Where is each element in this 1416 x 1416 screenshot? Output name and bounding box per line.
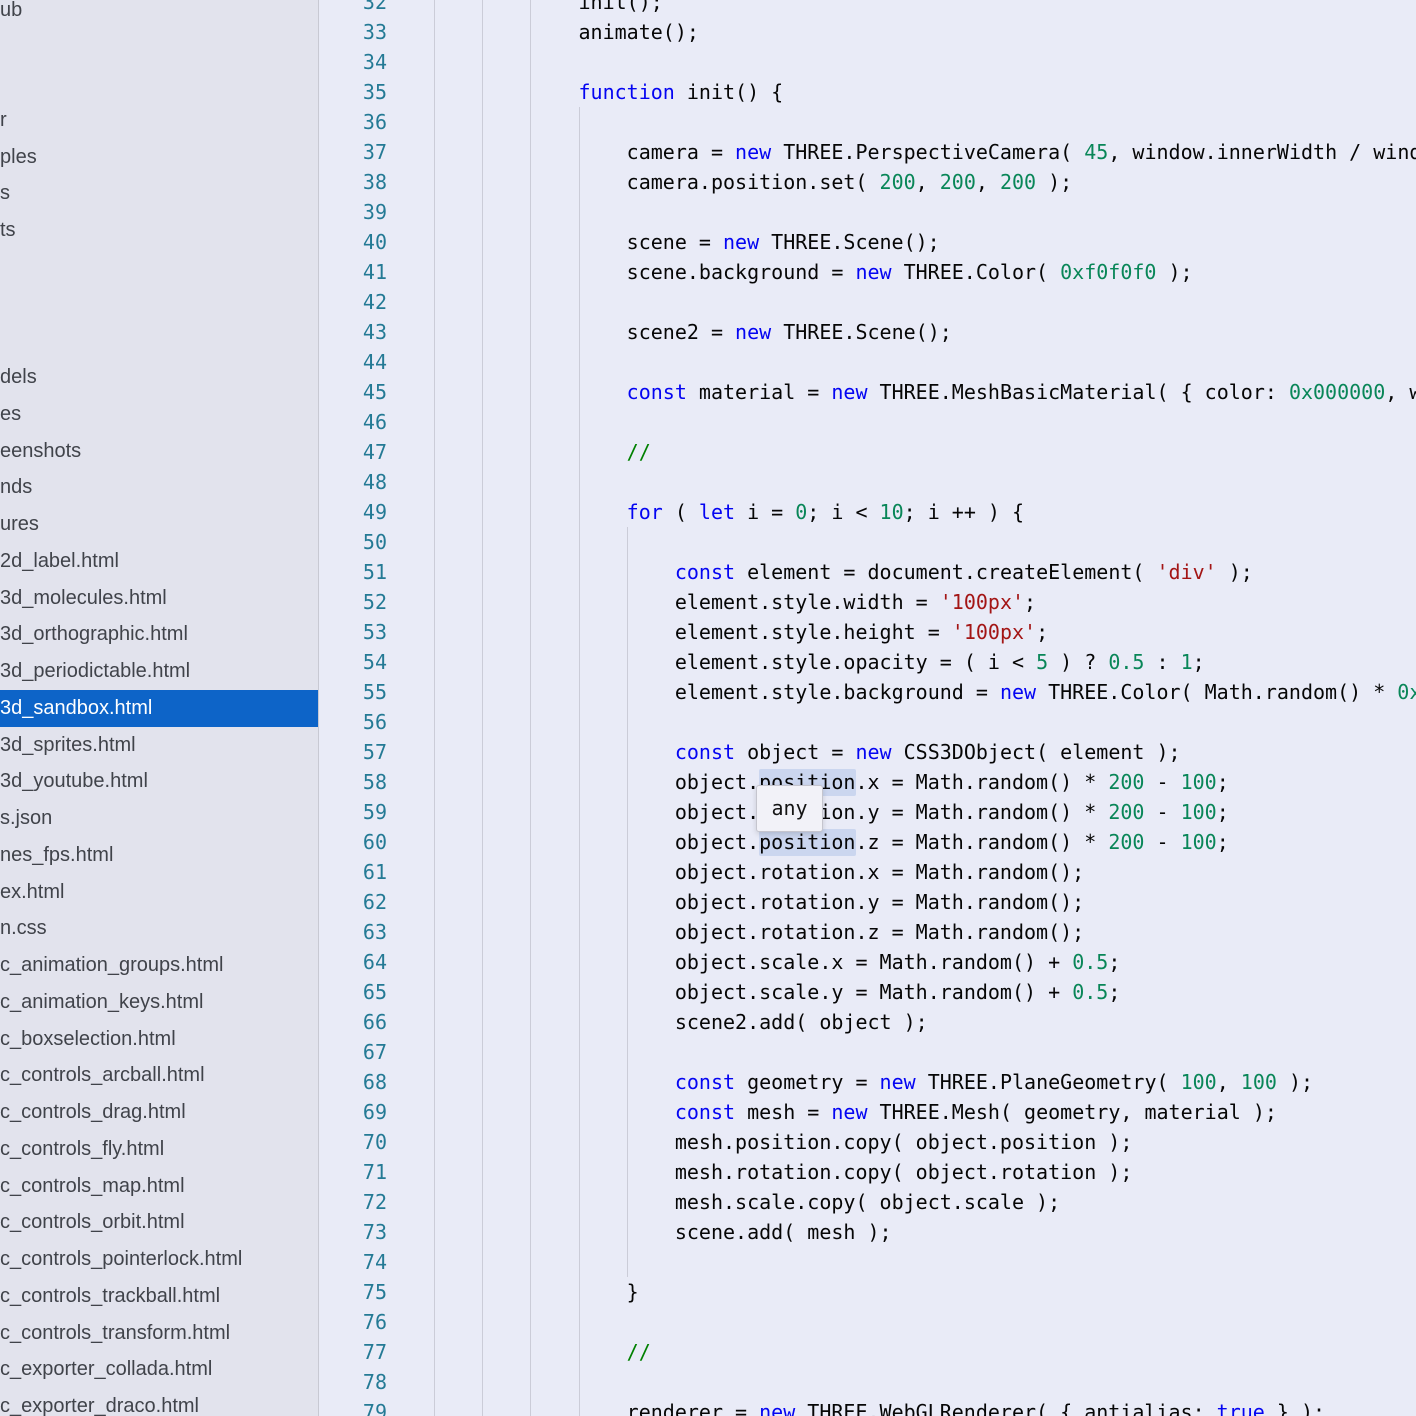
sidebar-item-c-controls-arcball-html[interactable]: c_controls_arcball.html: [0, 1057, 318, 1094]
sidebar-item-c-controls-map-html[interactable]: c_controls_map.html: [0, 1168, 318, 1205]
sidebar-item-c-exporter-collada-html[interactable]: c_exporter_collada.html: [0, 1351, 318, 1388]
code-line-74[interactable]: [319, 1247, 1416, 1277]
sidebar-item-ples[interactable]: ples: [0, 139, 318, 176]
code-line-64[interactable]: object.scale.x = Math.random() + 0.5;: [319, 947, 1416, 977]
sidebar-item-c-animation-keys-html[interactable]: c_animation_keys.html: [0, 984, 318, 1021]
code-line-39[interactable]: [319, 197, 1416, 227]
code-line-54[interactable]: element.style.opacity = ( i < 5 ) ? 0.5 …: [319, 647, 1416, 677]
code-line-40[interactable]: scene = new THREE.Scene();: [319, 227, 1416, 257]
code-line-52[interactable]: element.style.width = '100px';: [319, 587, 1416, 617]
sidebar-item-3d-sandbox-html[interactable]: 3d_sandbox.html: [0, 690, 318, 727]
sidebar-item-c-controls-orbit-html[interactable]: c_controls_orbit.html: [0, 1204, 318, 1241]
code-line-42[interactable]: [319, 287, 1416, 317]
code-line-68[interactable]: const geometry = new THREE.PlaneGeometry…: [319, 1067, 1416, 1097]
code-line-44[interactable]: [319, 347, 1416, 377]
code-line-66[interactable]: scene2.add( object );: [319, 1007, 1416, 1037]
sidebar-item-eenshots[interactable]: eenshots: [0, 433, 318, 470]
code-line-65[interactable]: object.scale.y = Math.random() + 0.5;: [319, 977, 1416, 1007]
file-explorer-sidebar: ub rplessts delseseenshotsndsures2d_label.…: [0, 0, 319, 1416]
code-line-33[interactable]: animate();: [319, 17, 1416, 47]
sidebar-item-c-boxselection-html[interactable]: c_boxselection.html: [0, 1021, 318, 1058]
sidebar-item-nes-fps-html[interactable]: nes_fps.html: [0, 837, 318, 874]
code-line-71[interactable]: mesh.rotation.copy( object.rotation );: [319, 1157, 1416, 1187]
sidebar-item-c-controls-fly-html[interactable]: c_controls_fly.html: [0, 1131, 318, 1168]
code-line-47[interactable]: //: [319, 437, 1416, 467]
code-line-60[interactable]: object.position.z = Math.random() * 200 …: [319, 827, 1416, 857]
sidebar-item-r[interactable]: r: [0, 102, 318, 139]
sidebar-item-ures[interactable]: ures: [0, 506, 318, 543]
sidebar-item-nds[interactable]: nds: [0, 469, 318, 506]
code-line-78[interactable]: [319, 1367, 1416, 1397]
code-line-61[interactable]: object.rotation.x = Math.random();: [319, 857, 1416, 887]
code-line-73[interactable]: scene.add( mesh );: [319, 1217, 1416, 1247]
sidebar-item-dels[interactable]: dels: [0, 359, 318, 396]
code-line-43[interactable]: scene2 = new THREE.Scene();: [319, 317, 1416, 347]
code-line-53[interactable]: element.style.height = '100px';: [319, 617, 1416, 647]
sidebar-item-n-css[interactable]: n.css: [0, 910, 318, 947]
sidebar-item-ex-html[interactable]: ex.html: [0, 874, 318, 911]
code-line-62[interactable]: object.rotation.y = Math.random();: [319, 887, 1416, 917]
sidebar-item-c-animation-groups-html[interactable]: c_animation_groups.html: [0, 947, 318, 984]
sidebar-item-ub[interactable]: ub: [0, 0, 318, 29]
code-line-36[interactable]: [319, 107, 1416, 137]
sidebar-item-3d-molecules-html[interactable]: 3d_molecules.html: [0, 580, 318, 617]
code-line-76[interactable]: [319, 1307, 1416, 1337]
code-line-79[interactable]: renderer = new THREE.WebGLRenderer( { an…: [319, 1397, 1416, 1416]
code-line-63[interactable]: object.rotation.z = Math.random();: [319, 917, 1416, 947]
code-line-49[interactable]: for ( let i = 0; i < 10; i ++ ) {: [319, 497, 1416, 527]
sidebar-item-c-controls-pointerlock-html[interactable]: c_controls_pointerlock.html: [0, 1241, 318, 1278]
code-line-59[interactable]: object.position.y = Math.random() * 200 …: [319, 797, 1416, 827]
code-line-67[interactable]: [319, 1037, 1416, 1067]
sidebar-item-2d-label-html[interactable]: 2d_label.html: [0, 543, 318, 580]
code-line-72[interactable]: mesh.scale.copy( object.scale );: [319, 1187, 1416, 1217]
sidebar-item-c-controls-drag-html[interactable]: c_controls_drag.html: [0, 1094, 318, 1131]
sidebar-item-s-json[interactable]: s.json: [0, 800, 318, 837]
code-line-50[interactable]: [319, 527, 1416, 557]
code-line-45[interactable]: const material = new THREE.MeshBasicMate…: [319, 377, 1416, 407]
code-line-51[interactable]: const element = document.createElement( …: [319, 557, 1416, 587]
code-line-46[interactable]: [319, 407, 1416, 437]
code-line-69[interactable]: const mesh = new THREE.Mesh( geometry, m…: [319, 1097, 1416, 1127]
hover-tooltip: any: [756, 785, 823, 832]
sidebar-item-c-exporter-draco-html[interactable]: c_exporter_draco.html: [0, 1388, 318, 1416]
sidebar-item-c-controls-trackball-html[interactable]: c_controls_trackball.html: [0, 1278, 318, 1315]
code-line-75[interactable]: }: [319, 1277, 1416, 1307]
code-line-41[interactable]: scene.background = new THREE.Color( 0xf0…: [319, 257, 1416, 287]
code-line-38[interactable]: camera.position.set( 200, 200, 200 );: [319, 167, 1416, 197]
code-line-34[interactable]: [319, 47, 1416, 77]
code-line-56[interactable]: [319, 707, 1416, 737]
code-line-55[interactable]: element.style.background = new THREE.Col…: [319, 677, 1416, 707]
code-line-37[interactable]: camera = new THREE.PerspectiveCamera( 45…: [319, 137, 1416, 167]
code-editor: 3233343536373839404142434445464748495051…: [319, 0, 1416, 1416]
code-line-32[interactable]: init();: [319, 0, 1416, 17]
code-line-70[interactable]: mesh.position.copy( object.position );: [319, 1127, 1416, 1157]
sidebar-item-c-controls-transform-html[interactable]: c_controls_transform.html: [0, 1315, 318, 1352]
sidebar-item-3d-sprites-html[interactable]: 3d_sprites.html: [0, 727, 318, 764]
sidebar-item-3d-periodictable-html[interactable]: 3d_periodictable.html: [0, 653, 318, 690]
sidebar-item-3d-youtube-html[interactable]: 3d_youtube.html: [0, 763, 318, 800]
sidebar-item-es[interactable]: es: [0, 396, 318, 433]
code-line-35[interactable]: function init() {: [319, 77, 1416, 107]
code-line-58[interactable]: object.position.x = Math.random() * 200 …: [319, 767, 1416, 797]
code-line-57[interactable]: const object = new CSS3DObject( element …: [319, 737, 1416, 767]
code-line-77[interactable]: //: [319, 1337, 1416, 1367]
sidebar-item-ts[interactable]: ts: [0, 212, 318, 249]
sidebar-item-s[interactable]: s: [0, 175, 318, 212]
code-line-48[interactable]: [319, 467, 1416, 497]
sidebar-item-3d-orthographic-html[interactable]: 3d_orthographic.html: [0, 616, 318, 653]
